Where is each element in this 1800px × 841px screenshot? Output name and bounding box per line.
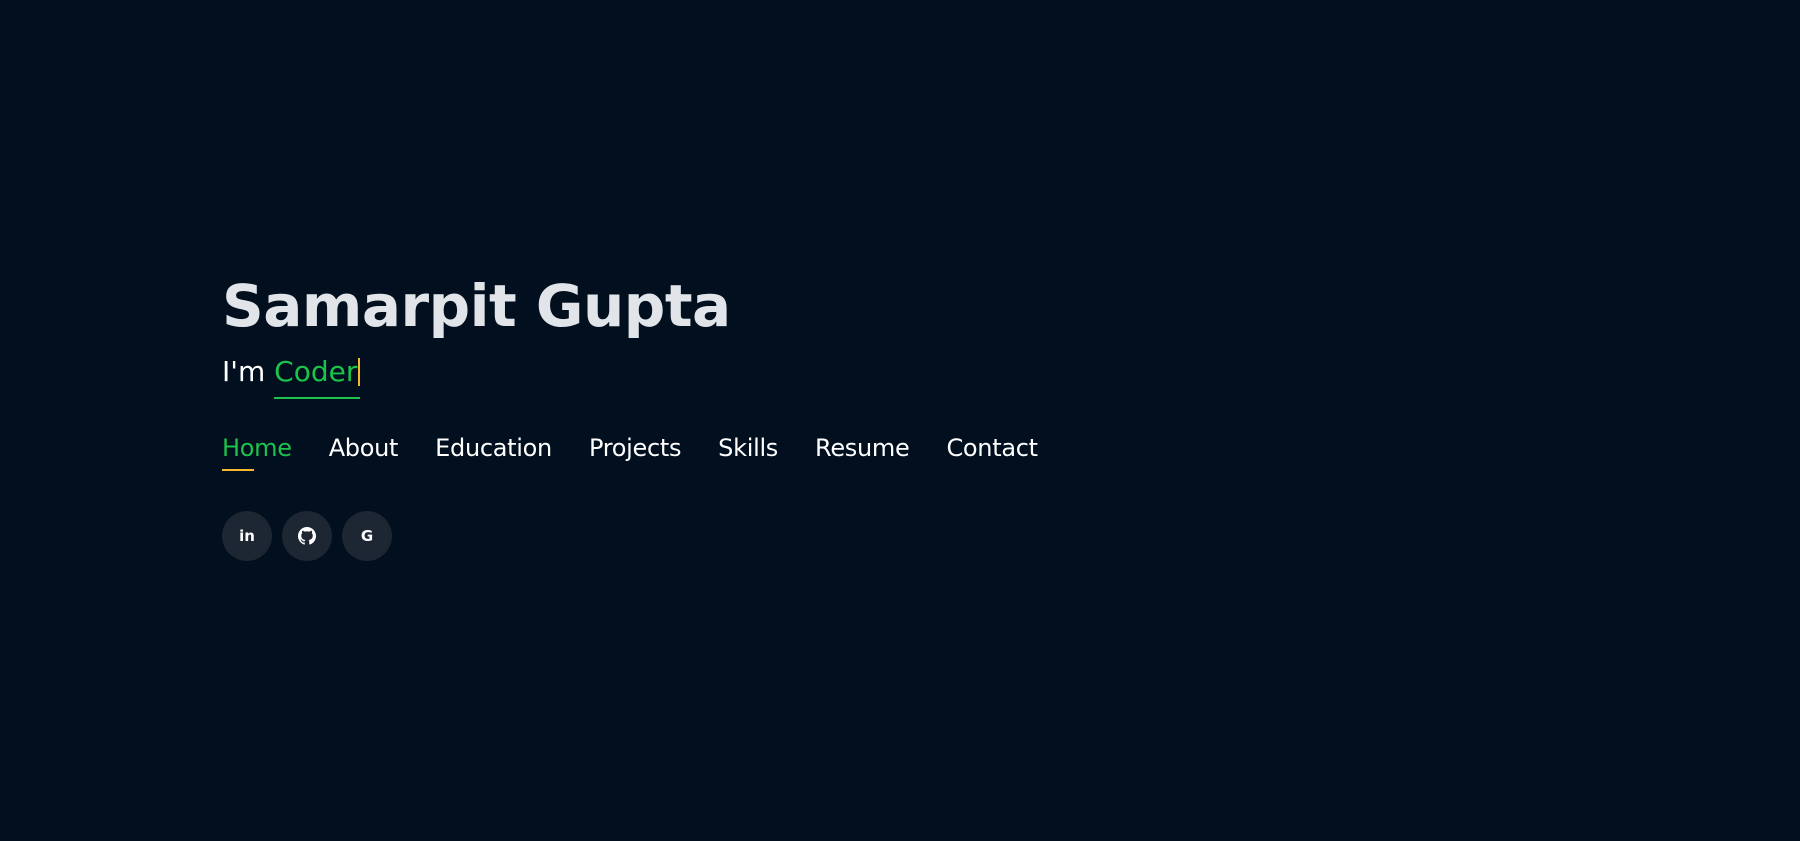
typed-role: Coder <box>274 354 361 399</box>
typing-cursor <box>358 358 361 386</box>
page-title: Samarpit Gupta <box>222 272 731 340</box>
google-icon: G <box>360 526 374 545</box>
nav-item-about[interactable]: About <box>329 433 399 471</box>
nav-item-home[interactable]: Home <box>222 433 292 471</box>
github-button[interactable] <box>282 511 332 561</box>
nav-item-projects[interactable]: Projects <box>589 433 682 471</box>
linkedin-button[interactable]: in <box>222 511 272 561</box>
linkedin-icon: in <box>239 526 255 545</box>
social-links: in G <box>222 511 1422 561</box>
tagline: I'm Coder <box>222 354 1422 399</box>
nav-item-resume[interactable]: Resume <box>815 433 910 471</box>
main-nav: Home About Education Projects Skills Res… <box>222 433 1422 471</box>
github-icon <box>298 527 316 545</box>
nav-item-contact[interactable]: Contact <box>946 433 1038 471</box>
typed-role-text: Coder <box>274 355 358 388</box>
nav-item-skills[interactable]: Skills <box>718 433 778 471</box>
hero-section: Samarpit Gupta I'm Coder Home About Educ… <box>222 268 1422 561</box>
tagline-prefix: I'm <box>222 355 275 388</box>
google-button[interactable]: G <box>342 511 392 561</box>
nav-item-education[interactable]: Education <box>435 433 552 471</box>
